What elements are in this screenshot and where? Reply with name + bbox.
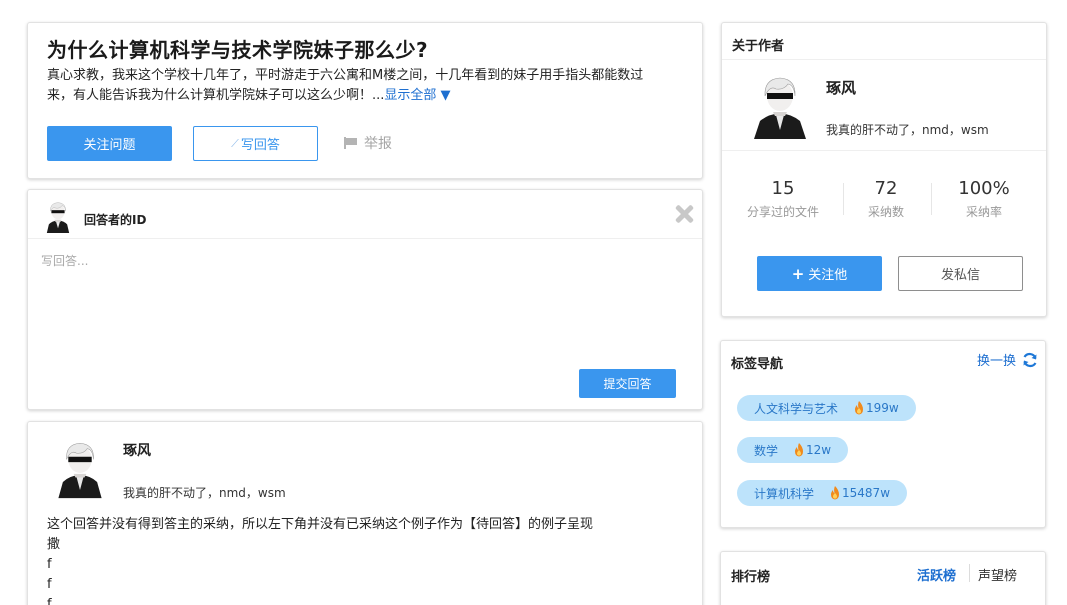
tag-navigation-card: 标签导航 换一换 人文科学与艺术 199w 数学 12w 计算机科学 15487 bbox=[720, 340, 1046, 528]
ranking-title: 排行榜 bbox=[731, 570, 771, 585]
tag-name: 人文科学与艺术 bbox=[754, 401, 839, 416]
write-answer-button[interactable]: ⟋ 写回答 bbox=[193, 126, 318, 161]
pen-icon: ⟋ bbox=[231, 136, 239, 150]
avatar[interactable] bbox=[750, 72, 810, 139]
author-section-title: 关于作者 bbox=[732, 39, 785, 54]
avatar-image bbox=[53, 437, 107, 499]
report-label: 举报 bbox=[364, 136, 392, 152]
plus-icon: + bbox=[791, 264, 805, 283]
refresh-label: 换一换 bbox=[976, 354, 1016, 369]
answer-content: 这个回答并没有得到答主的采纳，所以左下角并没有已采纳这个例子作为【待回答】的例子… bbox=[47, 515, 647, 605]
flag-icon bbox=[344, 137, 358, 149]
answer-line: 这个回答并没有得到答主的采纳，所以左下角并没有已采纳这个例子作为【待回答】的例子… bbox=[47, 517, 594, 532]
editor-header: 回答者的ID bbox=[28, 190, 702, 239]
send-message-button[interactable]: 发私信 bbox=[898, 256, 1023, 291]
tab-reputation-ranking[interactable]: 声望榜 bbox=[978, 565, 1017, 584]
stat-value: 100% bbox=[958, 178, 1010, 199]
question-body-text: 真心求教，我来这个学校十几年了，平时游走于六公寓和M楼之间，十几年看到的妹子用手… bbox=[47, 68, 644, 103]
stat-shared-files: 15 分享过的文件 bbox=[733, 178, 833, 220]
answer-line: f bbox=[47, 557, 52, 572]
answer-card: 琢风 我真的肝不动了，nmd，wsm 这个回答并没有得到答主的采纳，所以左下角并… bbox=[27, 421, 703, 605]
author-card: 关于作者 琢风 我真的肝不动了，nmd，wsm 15 分享过的文件 72 采纳数… bbox=[721, 22, 1047, 317]
show-all-link[interactable]: 显示全部 ▼ bbox=[384, 88, 450, 103]
report-button[interactable]: 举报 bbox=[344, 133, 392, 153]
question-card: 为什么计算机科学与技术学院妹子那么少? 真心求教，我来这个学校十几年了，平时游走… bbox=[27, 22, 703, 179]
tag-name: 数学 bbox=[754, 443, 779, 458]
tags-title: 标签导航 bbox=[731, 357, 784, 372]
stat-label: 采纳数 bbox=[867, 205, 904, 219]
tag-hot-count: 199w bbox=[866, 401, 899, 415]
author-card-header: 关于作者 bbox=[722, 23, 1046, 60]
tab-divider bbox=[969, 564, 970, 582]
refresh-tags-button[interactable]: 换一换 bbox=[977, 350, 1038, 369]
answer-line: f bbox=[47, 597, 52, 605]
divider bbox=[722, 150, 1046, 151]
tag-hot-count: 12w bbox=[806, 443, 832, 457]
tag-chip[interactable]: 人文科学与艺术 199w bbox=[737, 395, 916, 421]
tab-active-ranking[interactable]: 活跃榜 bbox=[917, 565, 956, 584]
fire-icon bbox=[855, 401, 864, 415]
tag-hot-count: 15487w bbox=[842, 486, 891, 500]
tag-name: 计算机科学 bbox=[754, 486, 815, 501]
author-name[interactable]: 琢风 bbox=[826, 77, 856, 98]
ranking-card: 排行榜 活跃榜 声望榜 bbox=[720, 551, 1046, 605]
follow-author-label: 关注他 bbox=[808, 268, 848, 283]
question-body: 真心求教，我来这个学校十几年了，平时游走于六公寓和M楼之间，十几年看到的妹子用手… bbox=[47, 66, 647, 106]
question-title: 为什么计算机科学与技术学院妹子那么少? bbox=[47, 38, 429, 62]
answer-line: 撒 bbox=[47, 537, 61, 552]
answerer-name[interactable]: 琢风 bbox=[123, 440, 151, 460]
stat-label: 分享过的文件 bbox=[746, 205, 819, 219]
answer-line: f bbox=[47, 577, 52, 592]
stat-value: 15 bbox=[771, 178, 795, 199]
avatar-image bbox=[750, 72, 810, 139]
answerer-id-label: 回答者的ID bbox=[84, 213, 147, 227]
answer-input[interactable] bbox=[41, 252, 681, 352]
stat-divider bbox=[931, 183, 932, 215]
answer-editor: 回答者的ID 提交回答 bbox=[27, 189, 703, 410]
author-signature: 我真的肝不动了，nmd，wsm bbox=[826, 123, 989, 137]
write-answer-label: 写回答 bbox=[240, 138, 280, 153]
answerer-signature: 我真的肝不动了，nmd，wsm bbox=[123, 486, 286, 500]
avatar bbox=[42, 199, 74, 233]
follow-author-button[interactable]: + 关注他 bbox=[757, 256, 882, 291]
close-icon[interactable] bbox=[674, 204, 694, 224]
refresh-icon bbox=[1023, 352, 1037, 367]
stat-accepted-count: 72 采纳数 bbox=[836, 178, 936, 220]
submit-answer-button[interactable]: 提交回答 bbox=[579, 369, 676, 398]
stat-label: 采纳率 bbox=[965, 205, 1002, 219]
avatar bbox=[53, 437, 107, 499]
tag-chip[interactable]: 数学 12w bbox=[737, 437, 849, 463]
fire-icon bbox=[831, 486, 840, 500]
stat-accept-rate: 100% 采纳率 bbox=[934, 178, 1034, 220]
avatar-image bbox=[42, 199, 74, 233]
follow-question-button[interactable]: 关注问题 bbox=[47, 126, 172, 161]
fire-icon bbox=[795, 443, 804, 457]
tag-chip[interactable]: 计算机科学 15487w bbox=[737, 480, 908, 506]
stat-value: 72 bbox=[874, 178, 898, 199]
